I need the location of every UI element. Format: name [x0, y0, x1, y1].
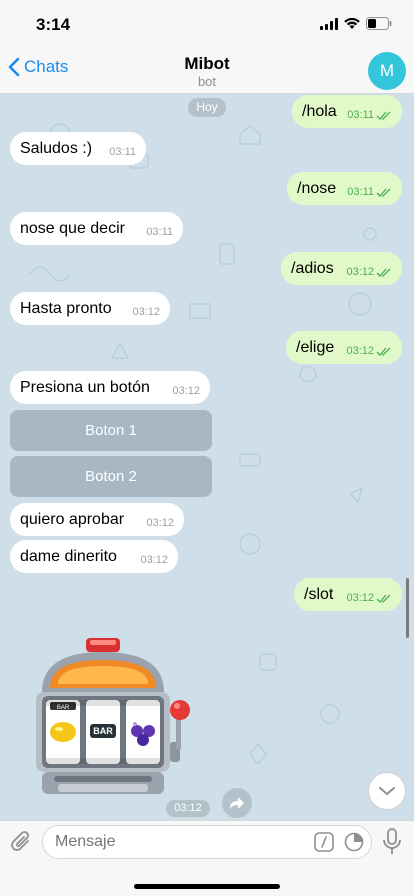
double-check-icon — [376, 268, 391, 277]
status-icons — [320, 17, 392, 30]
date-separator: Hoy — [188, 98, 226, 117]
message-time: 03:12 — [346, 266, 374, 278]
message-bubble-incoming[interactable]: nose que decir 03:11 — [10, 212, 183, 245]
inline-button-1[interactable]: Boton 1 — [10, 410, 212, 451]
message-meta: 03:11 — [347, 109, 392, 121]
double-check-icon — [376, 111, 391, 120]
double-check-icon — [376, 188, 391, 197]
message-text: quiero aprobar — [20, 511, 125, 528]
message-bubble-incoming[interactable]: Saludos :) 03:11 — [10, 132, 146, 165]
slot-machine-sticker[interactable]: BAR BAR — [28, 634, 198, 802]
paperclip-icon[interactable] — [10, 829, 32, 855]
message-text: /elige — [296, 339, 335, 356]
message-time: 03:11 — [347, 109, 374, 121]
message-bubble-incoming[interactable]: quiero aprobar 03:12 — [10, 503, 184, 536]
home-indicator — [134, 884, 280, 889]
microphone-icon[interactable] — [382, 828, 402, 856]
chevron-down-icon — [379, 787, 395, 795]
double-check-icon — [376, 594, 391, 603]
input-bar — [0, 820, 414, 896]
chat-header: Chats Mibot bot M — [0, 48, 414, 94]
chat-title: Mibot — [184, 54, 230, 73]
message-bubble-incoming[interactable]: dame dinerito 03:12 — [10, 540, 178, 573]
share-button[interactable] — [222, 788, 252, 818]
inline-button-2[interactable]: Boton 2 — [10, 456, 212, 497]
wifi-icon — [344, 17, 360, 29]
status-time: 3:14 — [36, 15, 71, 34]
message-time: 03:11 — [109, 146, 136, 158]
message-text: /slot — [304, 586, 334, 603]
message-text: /nose — [297, 180, 337, 197]
message-text: nose que decir — [20, 220, 125, 237]
message-time: 03:12 — [346, 592, 374, 604]
status-bar: 3:14 — [0, 0, 414, 48]
message-bubble-outgoing[interactable]: /nose 03:11 — [287, 172, 402, 205]
scrollbar[interactable] — [406, 578, 409, 638]
message-time: 03:12 — [132, 306, 160, 318]
bot-command-icon[interactable] — [314, 832, 334, 852]
message-bubble-incoming[interactable]: Presiona un botón 03:12 — [10, 371, 210, 404]
message-meta: 03:12 — [346, 345, 392, 357]
message-text: /hola — [302, 103, 337, 120]
sticker-time: 03:12 — [166, 800, 210, 817]
battery-icon — [366, 17, 392, 30]
message-meta: 03:12 — [346, 592, 392, 604]
message-bubble-outgoing[interactable]: /elige 03:12 — [286, 331, 402, 364]
message-text: dame dinerito — [20, 548, 117, 565]
message-time: 03:12 — [346, 345, 374, 357]
message-bubble-outgoing[interactable]: /adios 03:12 — [281, 252, 402, 285]
scroll-down-button[interactable] — [368, 772, 406, 810]
message-time: 03:12 — [146, 517, 174, 529]
sticker-icon[interactable] — [344, 832, 364, 852]
message-meta: 03:12 — [346, 266, 392, 278]
message-bubble-incoming[interactable]: Hasta pronto 03:12 — [10, 292, 170, 325]
chat-area[interactable]: Hoy /hola 03:11 Saludos :) 03:11 /nose 0… — [0, 94, 414, 820]
signal-icon — [320, 17, 338, 30]
message-text: Presiona un botón — [20, 379, 150, 396]
message-bubble-outgoing[interactable]: /slot 03:12 — [294, 578, 402, 611]
message-time: 03:12 — [172, 385, 200, 397]
message-time: 03:11 — [146, 226, 173, 238]
chat-subtitle: bot — [197, 74, 217, 89]
avatar[interactable]: M — [368, 52, 406, 90]
message-meta: 03:11 — [347, 186, 392, 198]
reel-center-label: BAR — [93, 726, 113, 736]
message-time: 03:12 — [140, 554, 168, 566]
message-text: Saludos :) — [20, 140, 93, 157]
message-time: 03:11 — [347, 186, 374, 198]
share-arrow-icon — [230, 797, 244, 809]
message-bubble-outgoing[interactable]: /hola 03:11 — [292, 95, 402, 128]
message-text: /adios — [291, 260, 334, 277]
double-check-icon — [376, 347, 391, 356]
message-text: Hasta pronto — [20, 300, 112, 317]
